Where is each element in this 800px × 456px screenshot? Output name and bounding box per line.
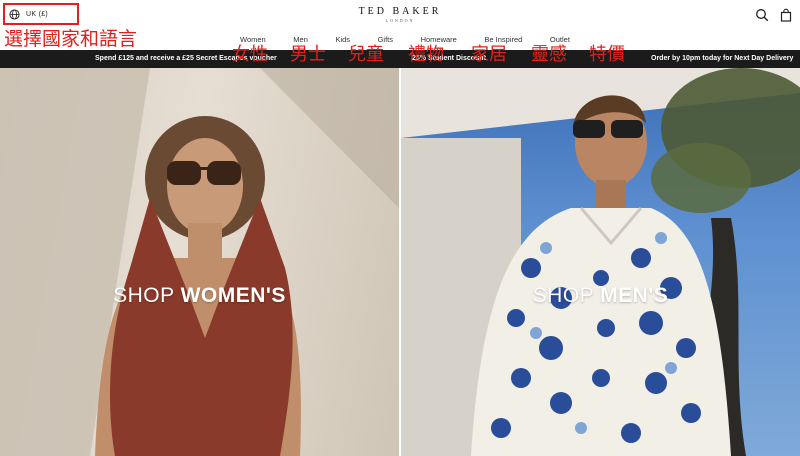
bag-button[interactable] bbox=[779, 8, 793, 22]
cta-women-bold: WOMEN'S bbox=[180, 284, 286, 307]
cta-men-light: SHOP bbox=[532, 284, 601, 307]
nav-cjk-kids: 兒童 bbox=[348, 44, 384, 65]
shop-mens-link[interactable]: SHOP MEN'S bbox=[401, 284, 800, 308]
brand-sub: LONDON bbox=[385, 18, 415, 23]
nav-cjk-gifts: 禮物 bbox=[408, 44, 444, 65]
nav-cjk-inspired: 靈感 bbox=[531, 44, 567, 65]
women-photo bbox=[0, 68, 399, 456]
cta-women-light: SHOP bbox=[113, 284, 181, 307]
brand-name: TED BAKER bbox=[358, 6, 442, 17]
nav-cjk-outlet: 特價 bbox=[589, 44, 625, 65]
search-button[interactable] bbox=[755, 8, 769, 22]
globe-icon bbox=[9, 8, 20, 20]
nav-translation: 女性 男士 兒童 禮物 家居 靈感 特價 bbox=[0, 44, 800, 68]
search-icon bbox=[756, 9, 769, 22]
hero-men[interactable]: SHOP MEN'S bbox=[401, 68, 800, 456]
locale-label: UK (£) bbox=[26, 10, 49, 18]
nav-cjk-homeware: 家居 bbox=[471, 44, 507, 65]
country-selector[interactable]: UK (£) bbox=[3, 3, 79, 25]
shop-womens-link[interactable]: SHOP WOMEN'S bbox=[0, 284, 399, 308]
brand-logo[interactable]: TED BAKER LONDON bbox=[310, 6, 490, 23]
hero-women[interactable]: SHOP WOMEN'S bbox=[0, 68, 399, 456]
nav-cjk-men: 男士 bbox=[290, 44, 326, 65]
nav-cjk-women: 女性 bbox=[232, 44, 268, 65]
bag-icon bbox=[780, 8, 792, 22]
men-photo bbox=[401, 68, 800, 456]
cta-men-bold: MEN'S bbox=[600, 284, 669, 307]
